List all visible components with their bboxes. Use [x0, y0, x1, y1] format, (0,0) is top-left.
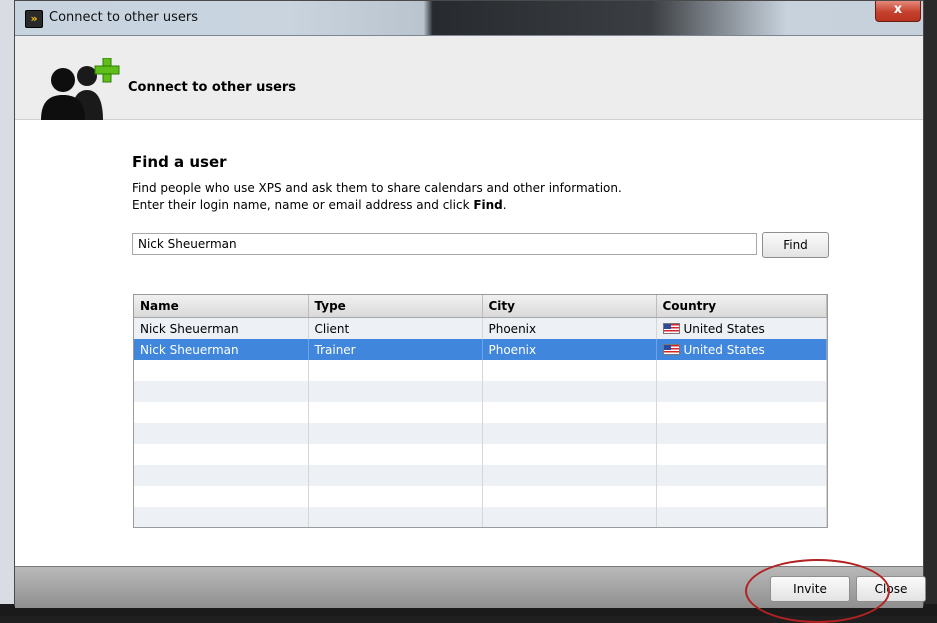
column-header-name[interactable]: Name	[134, 295, 309, 318]
empty-row	[134, 423, 827, 444]
instructions-find-emphasis: Find	[473, 198, 503, 212]
cell-type: Client	[308, 317, 483, 339]
empty-row	[134, 507, 827, 527]
country-label: United States	[683, 321, 765, 336]
cell-city: Phoenix	[482, 339, 657, 360]
empty-row	[134, 465, 827, 486]
table-header-row: Name Type City Country	[134, 295, 827, 318]
find-button[interactable]: Find	[762, 232, 829, 258]
desktop-left-edge	[0, 0, 15, 616]
cell-city: Phoenix	[482, 317, 657, 339]
search-input[interactable]	[132, 233, 757, 255]
empty-row	[134, 486, 827, 507]
country-label: United States	[683, 342, 765, 357]
column-header-country[interactable]: Country	[656, 295, 827, 318]
cell-country: United States	[656, 317, 827, 339]
connect-users-dialog: » Connect to other users x Connect to ot…	[14, 0, 926, 623]
title-bar[interactable]: » Connect to other users x	[15, 1, 923, 36]
column-header-type[interactable]: Type	[308, 295, 483, 318]
table-row[interactable]: Nick Sheuerman Client Phoenix United Sta…	[134, 317, 827, 339]
invite-button[interactable]: Invite	[770, 576, 850, 602]
window-close-button[interactable]: x	[875, 1, 921, 22]
table-row-selected[interactable]: Nick Sheuerman Trainer Phoenix United St…	[134, 339, 827, 360]
empty-row	[134, 381, 827, 402]
find-user-heading: Find a user	[132, 153, 227, 171]
close-button[interactable]: Close	[856, 576, 926, 602]
find-description: Find people who use XPS and ask them to …	[132, 181, 622, 195]
header-title: Connect to other users	[128, 80, 297, 95]
desktop-right-edge	[924, 0, 937, 616]
cell-name: Nick Sheuerman	[134, 339, 309, 360]
instructions-period: .	[502, 198, 507, 212]
cell-type: Trainer	[308, 339, 483, 360]
empty-row	[134, 360, 827, 381]
us-flag-icon	[662, 343, 680, 355]
cell-country: United States	[656, 339, 827, 360]
users-add-icon	[41, 58, 120, 120]
results-table: Name Type City Country Nick Sheuerman Cl…	[133, 294, 828, 528]
find-instructions: Enter their login name, name or email ad…	[132, 198, 507, 212]
instructions-text: Enter their login name, name or email ad…	[132, 198, 474, 212]
us-flag-icon	[662, 322, 680, 334]
window-title: Connect to other users	[49, 10, 198, 25]
empty-row	[134, 444, 827, 465]
app-icon: »	[25, 10, 43, 28]
empty-row	[134, 402, 827, 423]
dialog-header: Connect to other users	[15, 36, 923, 120]
column-header-city[interactable]: City	[482, 295, 657, 318]
cell-name: Nick Sheuerman	[134, 317, 309, 339]
